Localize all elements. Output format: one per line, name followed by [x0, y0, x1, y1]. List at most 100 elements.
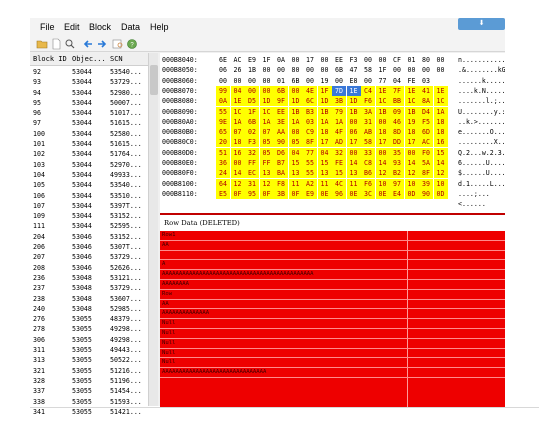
row-data-entry[interactable]: Null	[160, 349, 505, 359]
hex-byte[interactable]: 3C	[361, 188, 375, 199]
scroll-thumb[interactable]	[150, 65, 158, 95]
hex-byte[interactable]: 00	[289, 55, 303, 65]
hex-byte[interactable]: 20	[216, 137, 230, 148]
hex-byte[interactable]: 18	[317, 127, 332, 138]
hex-byte[interactable]: 3B	[274, 188, 288, 199]
hex-byte[interactable]: C8	[361, 158, 375, 168]
hex-row[interactable]: 000B8060: 00 00 00 00 01 6B 00 19 00 E8 00 77 04 FE 03.…	[160, 76, 505, 86]
hex-byte[interactable]: 35	[390, 147, 404, 158]
hex-byte[interactable]: 6D	[419, 127, 433, 138]
hex-byte[interactable]: 00	[375, 147, 390, 158]
hex-byte[interactable]: 1B	[404, 106, 419, 117]
hex-byte[interactable]: 64	[216, 178, 230, 189]
hex-byte[interactable]: 26	[231, 65, 245, 75]
hex-byte[interactable]: 6B	[274, 85, 288, 96]
hex-byte[interactable]: 00	[231, 76, 245, 86]
hex-byte[interactable]: 00	[405, 65, 419, 75]
hex-byte[interactable]: E8	[347, 76, 361, 86]
table-row[interactable]: 102 53044 51764...	[30, 149, 148, 159]
hex-byte[interactable]: 05	[259, 147, 274, 158]
download-button[interactable]: ⬇	[458, 18, 505, 30]
hex-byte[interactable]: 4F	[332, 127, 346, 138]
hex-byte[interactable]: 19	[404, 116, 419, 127]
hex-row[interactable]: 000B8070: 99 04 00 00 6B 00 4E 1F 7D 1E C4 1E 7F 1E 41 1…	[160, 85, 505, 96]
hex-byte[interactable]: D6	[274, 147, 288, 158]
hex-byte[interactable]: 8F	[303, 137, 317, 148]
hex-byte[interactable]: D4	[419, 106, 433, 117]
hex-byte[interactable]: 1B	[346, 106, 361, 117]
hex-byte[interactable]: 00	[259, 85, 274, 96]
hex-row[interactable]: 000B8050: 06 26 1B 00 00 80 00 00 6B 47 58 1F 00 00 00 0…	[160, 65, 505, 75]
hex-byte[interactable]: 1F	[260, 55, 274, 65]
hex-byte[interactable]: F6	[361, 96, 375, 107]
table-row[interactable]: 337 53055 51454...	[30, 386, 148, 396]
menu-help[interactable]: Help	[150, 22, 169, 32]
hex-byte[interactable]: B6	[361, 168, 375, 179]
hex-row[interactable]: 000B8090: 55 1C 1F 1C EE 1B B3 1B 79 1B 3A 1B 09 1B D4 1…	[160, 106, 505, 117]
hex-byte[interactable]: 6B	[289, 76, 303, 86]
row-data-entry[interactable]: Row1	[160, 231, 505, 241]
row-data-entry[interactable]: Row	[160, 290, 505, 300]
hex-byte[interactable]: 1C	[375, 96, 390, 107]
col-block-id[interactable]: Block ID	[33, 55, 67, 63]
hex-byte[interactable]: 13	[259, 168, 274, 179]
hex-byte[interactable]: 1D	[346, 96, 361, 107]
back-arrow-icon[interactable]	[82, 38, 94, 50]
hex-byte[interactable]: 05	[288, 137, 303, 148]
table-row[interactable]: 104 53044 49933...	[30, 170, 148, 180]
hex-byte[interactable]: 0F	[288, 188, 303, 199]
hex-byte[interactable]: 1B	[317, 106, 332, 117]
hex-byte[interactable]: 8A	[419, 96, 433, 107]
hex-byte[interactable]: 41	[419, 85, 433, 96]
hex-byte[interactable]: 51	[216, 147, 230, 158]
row-data-entry[interactable]: AAAAAAAAAAAAAA	[160, 309, 505, 320]
hex-byte[interactable]: 04	[317, 147, 332, 158]
table-row[interactable]: 206 53046 5307T...	[30, 242, 148, 252]
hex-byte[interactable]: 0D	[433, 188, 448, 199]
hex-byte[interactable]: F0	[419, 147, 433, 158]
hex-byte[interactable]: 12	[404, 168, 419, 179]
hex-byte[interactable]: 0F	[230, 188, 245, 199]
hex-byte[interactable]: C4	[361, 85, 375, 96]
hex-byte[interactable]: 00	[216, 76, 230, 86]
hex-byte[interactable]: 18	[375, 127, 390, 138]
row-data-entry[interactable]: Null	[160, 358, 505, 369]
hex-byte[interactable]: 1E	[230, 96, 245, 107]
hex-byte[interactable]: 18	[433, 127, 448, 138]
hex-byte[interactable]: 79	[332, 106, 346, 117]
table-row[interactable]: 313 53055 50522...	[30, 355, 148, 365]
hex-byte[interactable]: A2	[303, 178, 317, 189]
hex-row[interactable]: 000B8080: 0A 1E D5 1D 9F 1D 6C 1D 3B 1D F6 1C BB 1C 8A 1…	[160, 96, 505, 107]
hex-byte[interactable]: 00	[318, 55, 332, 65]
hex-byte[interactable]: 00	[260, 65, 274, 75]
hex-byte[interactable]: 18	[230, 137, 245, 148]
hex-byte[interactable]: F3	[347, 55, 361, 65]
hex-byte[interactable]: 04	[288, 147, 303, 158]
hex-byte[interactable]: 1A	[230, 116, 245, 127]
hex-byte[interactable]: 00	[346, 116, 361, 127]
hex-row[interactable]: 000B80D0: 51 16 32 05 D6 04 77 04 32 00 33 00 35 00 F0 1…	[160, 147, 505, 158]
row-data-entry[interactable]: AAAAAAAAAAAAAAAAAAAAAAAAAAAAAAAAAAAAAAAA…	[160, 270, 505, 280]
hex-byte[interactable]: 1B	[375, 106, 390, 117]
hex-byte[interactable]: 15	[433, 147, 448, 158]
hex-byte[interactable]: 00	[346, 147, 361, 158]
hex-byte[interactable]: 00	[419, 65, 433, 75]
hex-byte[interactable]: 04	[230, 85, 245, 96]
hex-byte[interactable]: 19	[318, 76, 332, 86]
hex-byte[interactable]: 04	[390, 76, 404, 86]
table-row[interactable]: 107 53044 5397T...	[30, 201, 148, 211]
hex-byte[interactable]: 31	[245, 178, 259, 189]
hex-byte[interactable]: AC	[231, 55, 245, 65]
hex-byte[interactable]: CF	[390, 55, 404, 65]
hex-byte[interactable]: 1C	[259, 106, 274, 117]
hex-byte[interactable]: 00	[230, 158, 245, 168]
hex-byte[interactable]: 1D	[288, 96, 303, 107]
hex-byte[interactable]: 1F	[317, 85, 332, 96]
hex-byte[interactable]: 12	[375, 168, 390, 179]
table-row[interactable]: 106 53044 53510...	[30, 191, 148, 201]
hex-byte[interactable]: 01	[405, 55, 419, 65]
table-row[interactable]: 208 53046 52626...	[30, 263, 148, 273]
col-scn[interactable]: SCN	[110, 55, 123, 63]
hex-row[interactable]: 000B80C0: 20 18 F3 05 90 05 8F 17 AD 17 58 17 DD 17 AC 1…	[160, 137, 505, 148]
table-row[interactable]: 278 53055 49298...	[30, 324, 148, 334]
